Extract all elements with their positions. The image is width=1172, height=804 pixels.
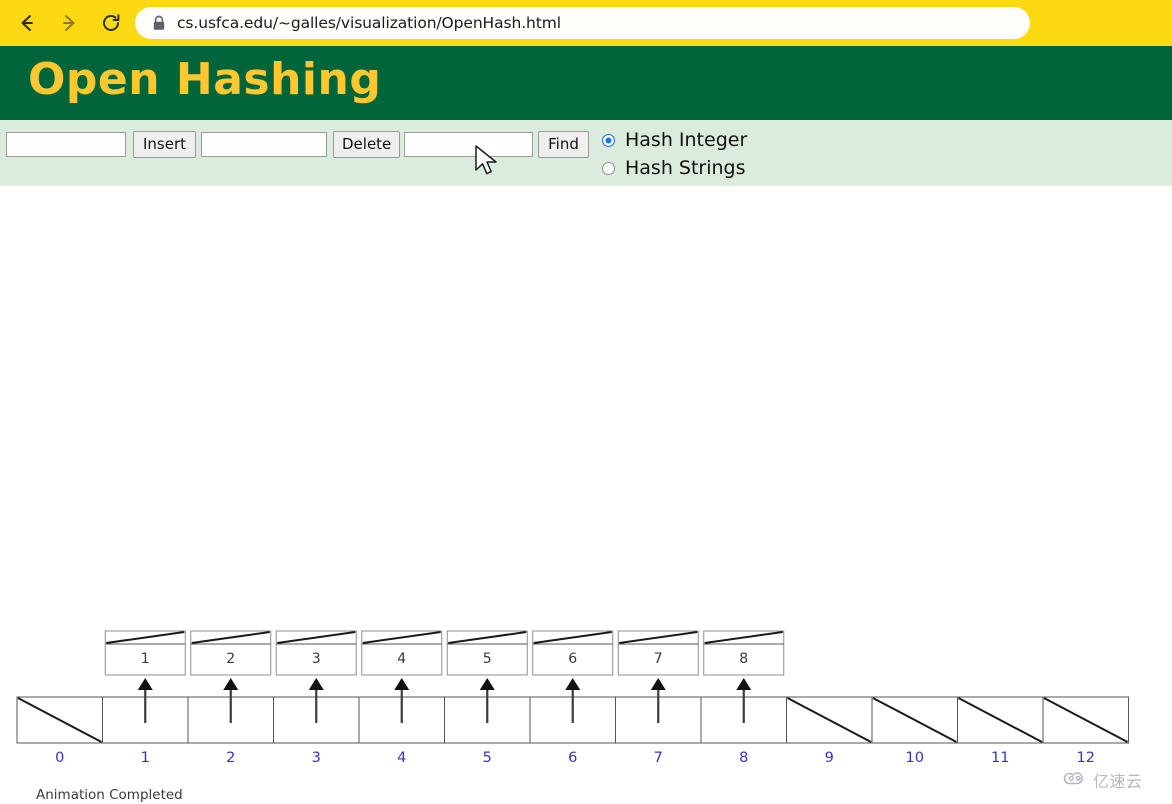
node-value-2: 2 [226, 651, 235, 667]
pointer-arrow-head-6 [565, 678, 581, 690]
status-message: Animation Completed [36, 787, 183, 803]
back-button[interactable] [12, 8, 42, 38]
page-title: Open Hashing [28, 54, 382, 105]
node-value-1: 1 [141, 651, 150, 667]
node-value-6: 6 [568, 651, 577, 667]
pointer-arrow-head-1 [137, 678, 153, 690]
node-value-5: 5 [483, 651, 492, 667]
forward-arrow-icon [58, 12, 80, 34]
back-arrow-icon [16, 12, 38, 34]
insert-button[interactable]: Insert [133, 131, 196, 158]
reload-button[interactable] [96, 8, 126, 38]
table-index-label-1: 1 [141, 750, 150, 766]
null-slash-cell-9 [787, 697, 872, 743]
radio-unselected-icon [602, 161, 615, 175]
node-value-7: 7 [654, 651, 663, 667]
radio-hash-integer-label: Hash Integer [625, 129, 748, 151]
pointer-arrow-head-5 [479, 678, 495, 690]
insert-input[interactable] [6, 132, 126, 157]
null-slash-cell-11 [958, 697, 1043, 743]
table-index-label-9: 9 [825, 750, 834, 766]
radio-hash-integer[interactable]: Hash Integer [602, 129, 747, 151]
node-value-4: 4 [397, 651, 406, 667]
radio-hash-strings-label: Hash Strings [625, 157, 746, 179]
forward-button[interactable] [54, 8, 84, 38]
table-index-label-2: 2 [226, 750, 235, 766]
delete-input[interactable] [201, 132, 327, 157]
pointer-arrow-head-2 [223, 678, 239, 690]
null-slash-cell-12 [1043, 697, 1128, 743]
table-index-label-4: 4 [397, 750, 406, 766]
table-index-label-12: 12 [1077, 750, 1095, 766]
site-header: Open Hashing [0, 46, 1172, 120]
find-input[interactable] [404, 132, 533, 157]
pointer-arrow-head-4 [394, 678, 410, 690]
node-value-8: 8 [739, 651, 748, 667]
reload-icon [100, 12, 122, 34]
page-root: cs.usfca.edu/~galles/visualization/OpenH… [0, 0, 1172, 804]
url-text: cs.usfca.edu/~galles/visualization/OpenH… [177, 14, 561, 32]
null-slash-cell-0 [17, 697, 102, 743]
table-index-label-0: 0 [55, 750, 64, 766]
table-index-label-11: 11 [991, 750, 1009, 766]
pointer-arrow-head-8 [736, 678, 752, 690]
find-button[interactable]: Find [538, 131, 589, 158]
browser-toolbar: cs.usfca.edu/~galles/visualization/OpenH… [0, 0, 1172, 46]
table-index-label-3: 3 [312, 750, 321, 766]
table-index-label-7: 7 [654, 750, 663, 766]
table-index-label-6: 6 [568, 750, 577, 766]
address-bar[interactable]: cs.usfca.edu/~galles/visualization/OpenH… [135, 7, 1030, 39]
delete-button[interactable]: Delete [333, 131, 400, 158]
radio-selected-icon [602, 133, 615, 147]
null-slash-cell-10 [872, 697, 957, 743]
hash-table-diagram: 0 1 2 3 4 5 6 7 8 9 10 11 121 2 3 4 5 6 7 8 [16, 630, 1129, 766]
visualization-canvas[interactable]: 0 1 2 3 4 5 6 7 8 9 10 11 12 1 2 3 4 5 6 7 8 [0, 186, 1172, 804]
table-index-label-5: 5 [483, 750, 492, 766]
table-index-label-8: 8 [739, 750, 748, 766]
pointer-arrow-head-7 [650, 678, 666, 690]
radio-hash-strings[interactable]: Hash Strings [602, 157, 746, 179]
lock-icon [152, 15, 166, 31]
pointer-arrow-head-3 [308, 678, 324, 690]
table-index-label-10: 10 [906, 750, 924, 766]
node-value-3: 3 [312, 651, 321, 667]
